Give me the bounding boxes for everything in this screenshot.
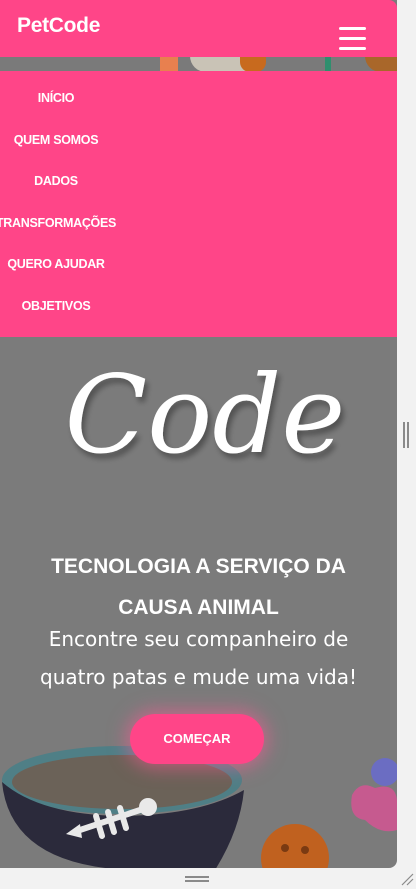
menu-item-inicio[interactable]: INÍCIO (0, 91, 156, 105)
site-header: PetCode (0, 0, 397, 57)
corner-resize-icon[interactable] (400, 872, 414, 886)
menu-item-objetivos[interactable]: OBJETIVOS (0, 299, 156, 313)
hero-subtitle: Encontre seu companheiro de quatro patas… (40, 627, 357, 689)
brand-logo[interactable]: PetCode (17, 14, 100, 38)
svg-text:Code: Code (65, 353, 346, 477)
hero-logo-code: Code (65, 353, 346, 477)
hero-title: TECNOLOGIA A SERVIÇO DA CAUSA ANIMAL (51, 555, 346, 619)
nav-menu: INÍCIO QUEM SOMOS DADOS TRANSFORMAÇÕES Q… (0, 71, 397, 337)
horizontal-resize-handle[interactable] (185, 876, 209, 882)
menu-item-quero-ajudar[interactable]: QUERO AJUDAR (0, 257, 156, 271)
vertical-resize-handle[interactable] (403, 422, 409, 448)
page-viewport: PetCode INÍCIO QUEM SOMOS DADOS TRANSFOR… (0, 0, 397, 868)
start-button[interactable]: COMEÇAR (130, 714, 264, 764)
background-pet-illustration-top (0, 56, 397, 72)
menu-item-transformacoes[interactable]: TRANSFORMAÇÕES (0, 216, 156, 230)
menu-item-dados[interactable]: DADOS (0, 174, 156, 188)
menu-item-quem-somos[interactable]: QUEM SOMOS (0, 133, 156, 147)
hamburger-menu-icon[interactable] (339, 27, 366, 51)
